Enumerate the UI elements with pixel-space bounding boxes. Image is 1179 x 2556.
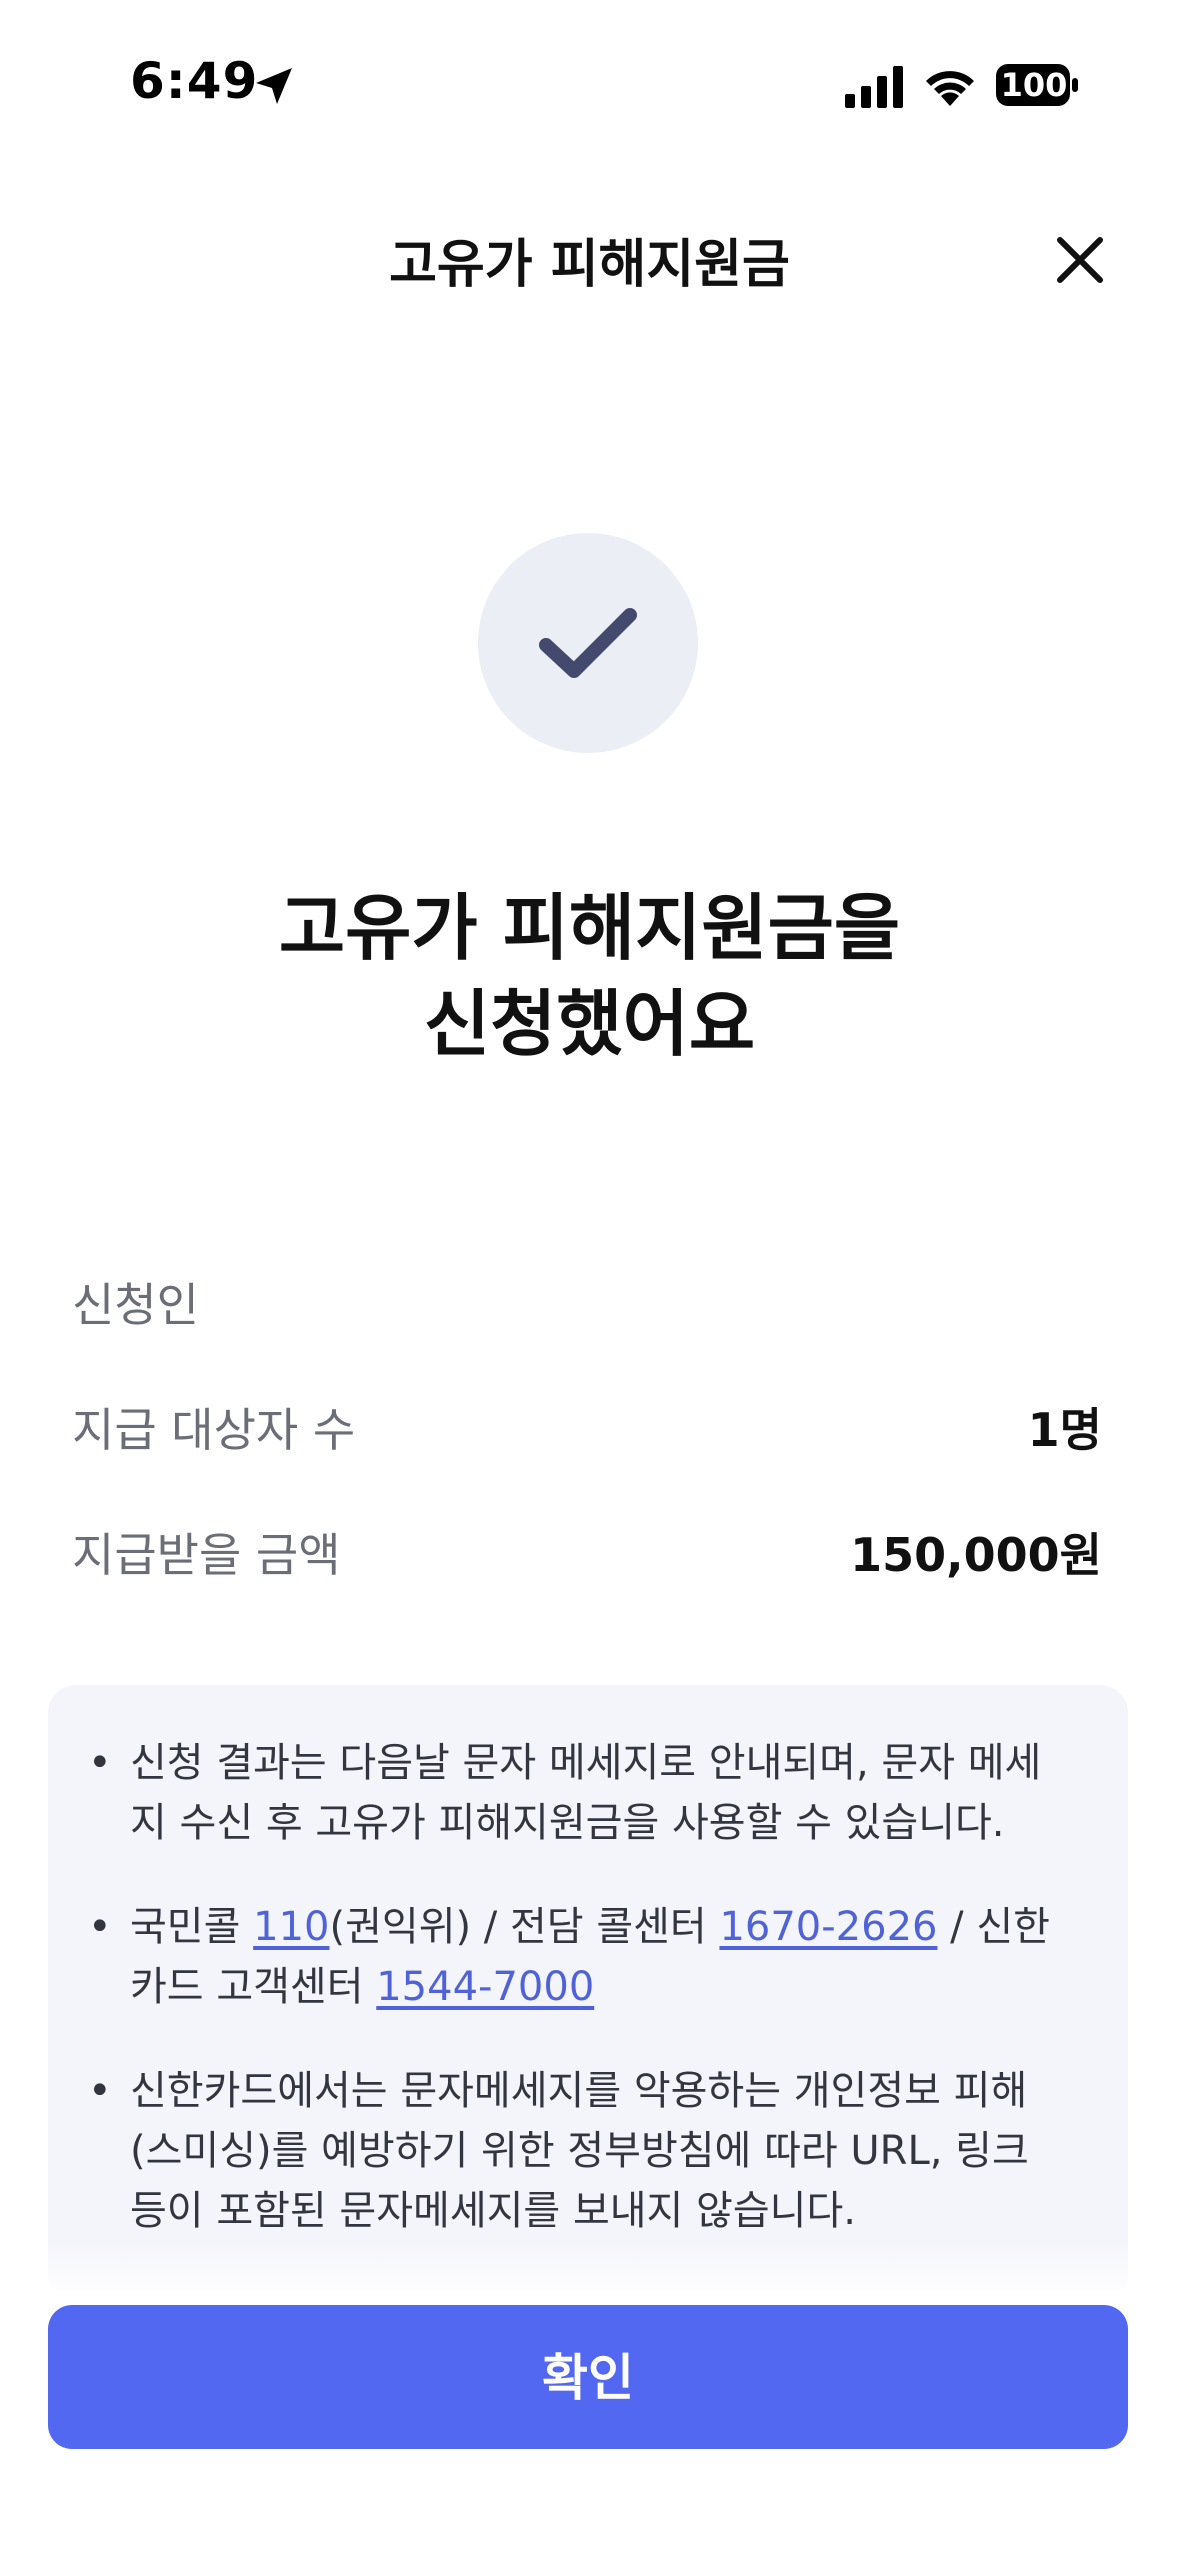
info-row-recipients: 지급 대상자 수 1명	[72, 1395, 1102, 1465]
phone-link-110[interactable]: 110	[253, 1904, 329, 1950]
notice-text: 신청 결과는 다음날 문자 메세지로 안내되며, 문자 메세지 수신 후 고유가…	[130, 1740, 1042, 1846]
close-icon[interactable]	[1050, 230, 1110, 290]
notice-item: • 국민콜 110(권익위) / 전담 콜센터 1670-2626 / 신한카드…	[88, 1897, 1070, 2017]
page-title: 고유가 피해지원금	[389, 235, 790, 295]
notice-box: • 신청 결과는 다음날 문자 메세지로 안내되며, 문자 메세지 수신 후 고…	[48, 1685, 1128, 2305]
checkmark-icon	[539, 608, 637, 678]
status-bar: 6:49 100	[0, 0, 1179, 170]
phone-link-call-center[interactable]: 1670-2626	[719, 1904, 937, 1950]
success-badge	[478, 533, 698, 753]
notice-item: • 신청 결과는 다음날 문자 메세지로 안내되며, 문자 메세지 수신 후 고…	[88, 1733, 1070, 1853]
recipients-label: 지급 대상자 수	[72, 1403, 356, 1457]
wifi-icon	[926, 71, 974, 106]
notice-list: • 신청 결과는 다음날 문자 메세지로 안내되며, 문자 메세지 수신 후 고…	[48, 1685, 1128, 2241]
notice-item: • 신한카드에서는 문자메세지를 악용하는 개인정보 피해(스미싱)를 예방하기…	[88, 2061, 1070, 2241]
info-row-amount: 지급받을 금액 150,000원	[72, 1520, 1102, 1590]
amount-value: 150,000원	[850, 1528, 1102, 1582]
cellular-signal-icon	[845, 66, 903, 108]
battery-level: 100	[1000, 66, 1068, 104]
applicant-label: 신청인	[72, 1278, 199, 1332]
bullet: •	[88, 1740, 112, 1786]
headline-line-2: 신청했어요	[423, 982, 756, 1066]
headline-line-1: 고유가 피해지원금을	[278, 886, 901, 970]
amount-label: 지급받을 금액	[72, 1528, 341, 1582]
completion-headline: 고유가 피해지원금을 신청했어요	[0, 880, 1179, 1072]
location-arrow-icon	[256, 68, 292, 104]
notice-text: (권익위) / 전담 콜센터	[329, 1904, 720, 1950]
status-time: 6:49	[130, 52, 259, 110]
bullet: •	[88, 2068, 112, 2114]
recipients-value: 1명	[1027, 1403, 1102, 1457]
notice-text: 신한카드에서는 문자메세지를 악용하는 개인정보 피해(스미싱)를 예방하기 위…	[130, 2068, 1029, 2234]
phone-link-customer-center[interactable]: 1544-7000	[376, 1964, 594, 2010]
notice-text: 국민콜	[130, 1904, 254, 1950]
bullet: •	[88, 1904, 112, 1950]
info-row-applicant: 신청인	[72, 1270, 1102, 1340]
screen: 6:49 100 고유가 피해지원금 고유가 피해지원금을 신청했어요 신청인 …	[0, 0, 1179, 2556]
confirm-button[interactable]: 확인	[48, 2305, 1128, 2449]
